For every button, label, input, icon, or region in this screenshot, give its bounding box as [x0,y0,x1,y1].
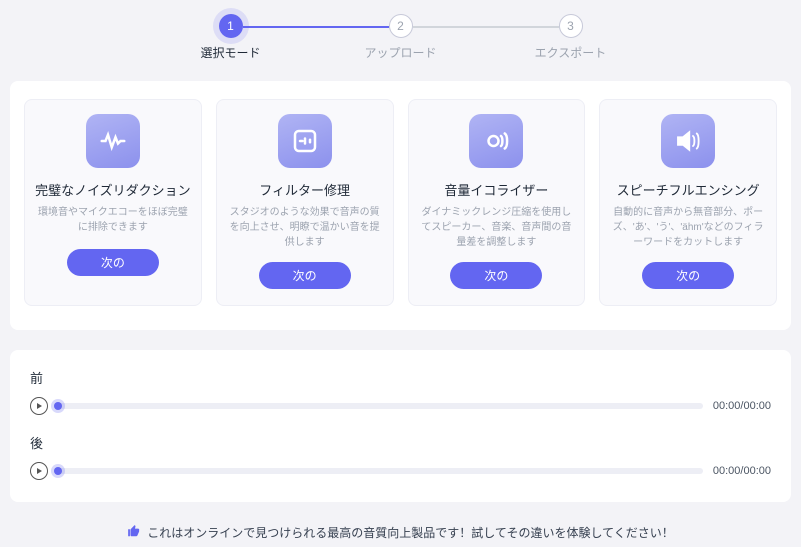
equalizer-icon [469,114,523,168]
step-label: エクスポート [535,44,607,61]
card-desc: 環境音やマイクエコーをほぼ完璧に排除できます [33,205,193,237]
waveform-icon [86,114,140,168]
card-noise-reduction: 完璧なノイズリダクション 環境音やマイクエコーをほぼ完璧に排除できます 次の [24,99,202,306]
next-button[interactable]: 次の [642,262,734,289]
audio-before-label: 前 [30,368,771,387]
step-number: 3 [559,14,583,38]
play-button-after[interactable] [30,462,48,480]
next-button[interactable]: 次の [259,262,351,289]
next-button[interactable]: 次の [450,262,542,289]
footer-text: これはオンラインで見つけられる最高の音質向上製品です！試してその違いを体験してく… [147,524,674,541]
stepper: 1 選択モード 2 アップロード 3 エクスポート [0,0,801,71]
audio-time-before: 00:00/00:00 [713,400,771,412]
play-button-before[interactable] [30,397,48,415]
card-volume-equalizer: 音量イコライザー ダイナミックレンジ圧縮を使用してスピーカー、音楽、音声間の音量… [408,99,586,306]
step-number: 2 [389,14,413,38]
audio-time-after: 00:00/00:00 [713,465,771,477]
card-title: フィルター修理 [259,180,350,199]
card-desc: ダイナミックレンジ圧縮を使用してスピーカー、音楽、音声間の音量差を調整します [417,205,577,250]
audio-preview-panel: 前 00:00/00:00 後 00:00/00:00 [10,350,791,502]
step-label: 選択モード [200,44,260,61]
next-button[interactable]: 次の [67,249,159,276]
step-number: 1 [219,14,243,38]
audio-track-before[interactable] [58,403,703,409]
card-desc: 自動的に音声から無音部分、ポーズ、'あ'、'う'、'ähm'などのフィラーワード… [608,205,768,250]
audio-after-section: 後 00:00/00:00 [30,433,771,480]
step-1[interactable]: 1 選択モード [146,14,316,61]
thumbs-up-icon [127,524,141,541]
card-filter-repair: フィルター修理 スタジオのような効果で音声の質を向上させ、明瞭で温かい音を提供し… [216,99,394,306]
step-3[interactable]: 3 エクスポート [486,14,656,61]
audio-track-after[interactable] [58,468,703,474]
step-2[interactable]: 2 アップロード [316,14,486,61]
mode-cards-panel: 完璧なノイズリダクション 環境音やマイクエコーをほぼ完璧に排除できます 次の フ… [10,81,791,330]
footer-testimonial: これはオンラインで見つけられる最高の音質向上製品です！試してその違いを体験してく… [0,502,801,547]
audio-thumb[interactable] [54,467,62,475]
audio-before-section: 前 00:00/00:00 [30,368,771,415]
card-title: 完璧なノイズリダクション [35,180,191,199]
speaker-icon [661,114,715,168]
audio-thumb[interactable] [54,402,62,410]
audio-after-label: 後 [30,433,771,452]
card-desc: スタジオのような効果で音声の質を向上させ、明瞭で温かい音を提供します [225,205,385,250]
card-speech-fluencing: スピーチフルエンシング 自動的に音声から無音部分、ポーズ、'あ'、'う'、'äh… [599,99,777,306]
step-label: アップロード [364,44,436,61]
card-title: スピーチフルエンシング [617,180,760,199]
card-title: 音量イコライザー [444,180,548,199]
filter-icon [278,114,332,168]
